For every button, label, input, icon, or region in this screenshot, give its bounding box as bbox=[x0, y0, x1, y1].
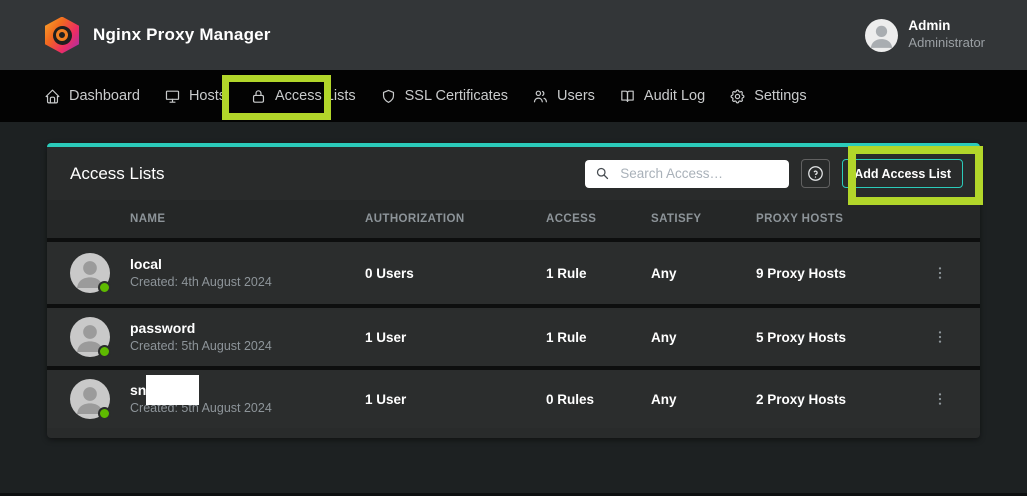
user-role: Administrator bbox=[908, 35, 985, 51]
access-value: 1 Rule bbox=[546, 266, 651, 281]
panel-title: Access Lists bbox=[70, 164, 164, 184]
search-icon bbox=[595, 166, 610, 181]
access-value: 0 Rules bbox=[546, 392, 651, 407]
access-lists-table-body: local Created: 4th August 2024 0 Users 1… bbox=[47, 242, 980, 428]
satisfy-value: Any bbox=[651, 330, 756, 345]
row-avatar-cell bbox=[70, 253, 130, 293]
authorization-value: 0 Users bbox=[365, 266, 546, 281]
access-lists-card: Access Lists Add Access List NAME AUTHOR… bbox=[47, 143, 980, 438]
nav-label: Settings bbox=[754, 88, 806, 104]
nav-label: SSL Certificates bbox=[405, 88, 508, 104]
col-name: NAME bbox=[130, 213, 365, 225]
row-menu-button[interactable] bbox=[928, 261, 952, 285]
row-name-cell: password Created: 5th August 2024 bbox=[130, 320, 365, 355]
nav-item-settings[interactable]: Settings bbox=[729, 88, 806, 105]
row-name-cell: sn Created: 5th August 2024 bbox=[130, 382, 365, 417]
status-dot bbox=[98, 281, 111, 294]
col-satisfy: SATISFY bbox=[651, 213, 756, 225]
access-list-name: password bbox=[130, 320, 365, 337]
redaction-box bbox=[146, 375, 199, 405]
status-dot bbox=[98, 345, 111, 358]
nav-item-access-lists[interactable]: Access Lists bbox=[250, 88, 356, 105]
satisfy-value: Any bbox=[651, 266, 756, 281]
proxy-hosts-value: 5 Proxy Hosts bbox=[756, 330, 918, 345]
row-menu-button[interactable] bbox=[928, 325, 952, 349]
search-input[interactable] bbox=[618, 165, 781, 182]
app-logo-icon bbox=[45, 17, 79, 54]
nav-item-hosts[interactable]: Hosts bbox=[164, 88, 226, 105]
created-date: Created: 4th August 2024 bbox=[130, 275, 365, 290]
access-value: 1 Rule bbox=[546, 330, 651, 345]
nav-item-audit-log[interactable]: Audit Log bbox=[619, 88, 705, 105]
proxy-hosts-value: 9 Proxy Hosts bbox=[756, 266, 918, 281]
user-name: Admin bbox=[908, 18, 985, 35]
content-area: Access Lists Add Access List NAME AUTHOR… bbox=[0, 122, 1027, 438]
user-avatar bbox=[865, 19, 898, 52]
search-box bbox=[585, 160, 789, 188]
authorization-value: 1 User bbox=[365, 330, 546, 345]
card-header: Access Lists Add Access List bbox=[47, 147, 980, 200]
top-bar: Nginx Proxy Manager Admin Administrator bbox=[0, 0, 1027, 70]
nav-label: Users bbox=[557, 88, 595, 104]
help-button[interactable] bbox=[801, 159, 830, 188]
nav-label: Audit Log bbox=[644, 88, 705, 104]
home-icon bbox=[44, 88, 61, 105]
lock-icon bbox=[250, 88, 267, 105]
access-list-name: local bbox=[130, 256, 365, 273]
nav-item-dashboard[interactable]: Dashboard bbox=[44, 88, 140, 105]
kebab-menu-icon bbox=[932, 329, 948, 345]
help-circle-icon bbox=[806, 164, 825, 183]
users-icon bbox=[532, 88, 549, 105]
add-access-list-button[interactable]: Add Access List bbox=[842, 159, 963, 188]
row-menu-button[interactable] bbox=[928, 387, 952, 411]
row-name-cell: local Created: 4th August 2024 bbox=[130, 256, 365, 291]
kebab-menu-icon bbox=[932, 391, 948, 407]
app-title: Nginx Proxy Manager bbox=[93, 25, 271, 45]
kebab-menu-icon bbox=[932, 265, 948, 281]
book-icon bbox=[619, 88, 636, 105]
created-date: Created: 5th August 2024 bbox=[130, 339, 365, 354]
authorization-value: 1 User bbox=[365, 392, 546, 407]
col-access: ACCESS bbox=[546, 213, 651, 225]
nav-label: Dashboard bbox=[69, 88, 140, 104]
gear-icon bbox=[729, 88, 746, 105]
nav-item-users[interactable]: Users bbox=[532, 88, 595, 105]
table-header-row: NAME AUTHORIZATION ACCESS SATISFY PROXY … bbox=[47, 200, 980, 242]
person-icon bbox=[865, 19, 898, 52]
col-proxy-hosts: PROXY HOSTS bbox=[756, 213, 918, 225]
table-row: local Created: 4th August 2024 0 Users 1… bbox=[47, 242, 980, 304]
card-controls: Add Access List bbox=[585, 159, 963, 188]
user-menu[interactable]: Admin Administrator bbox=[865, 18, 985, 51]
satisfy-value: Any bbox=[651, 392, 756, 407]
row-avatar-cell bbox=[70, 379, 130, 419]
monitor-icon bbox=[164, 88, 181, 105]
nav-item-ssl-certificates[interactable]: SSL Certificates bbox=[380, 88, 508, 105]
main-nav: Dashboard Hosts Access Lists SSL Certifi… bbox=[0, 70, 1027, 122]
table-row: sn Created: 5th August 2024 1 User 0 Rul… bbox=[47, 366, 980, 428]
nav-label: Access Lists bbox=[275, 88, 356, 104]
row-avatar-cell bbox=[70, 317, 130, 357]
nav-label: Hosts bbox=[189, 88, 226, 104]
proxy-hosts-value: 2 Proxy Hosts bbox=[756, 392, 918, 407]
status-dot bbox=[98, 407, 111, 420]
shield-icon bbox=[380, 88, 397, 105]
col-authorization: AUTHORIZATION bbox=[365, 213, 546, 225]
table-row: password Created: 5th August 2024 1 User… bbox=[47, 304, 980, 366]
